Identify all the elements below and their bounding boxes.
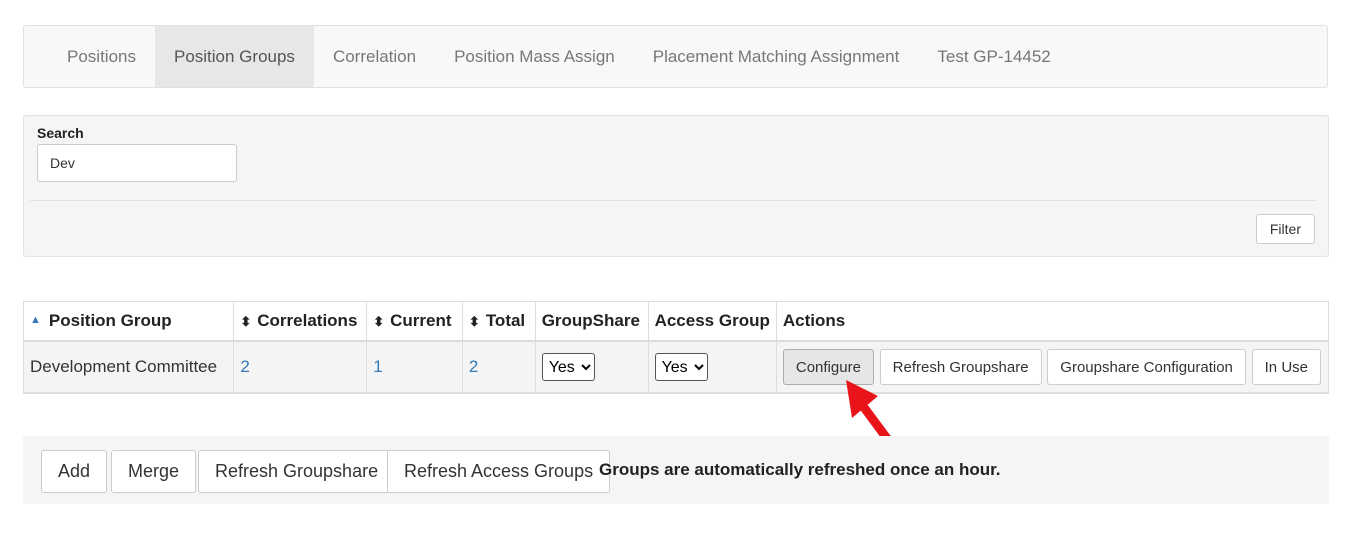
sort-icon: ⬍: [468, 314, 480, 329]
search-input[interactable]: [37, 144, 237, 182]
tab-position-groups[interactable]: Position Groups: [154, 26, 314, 87]
cell-groupshare: Yes: [534, 340, 649, 394]
tab-test-gp-14452[interactable]: Test GP-14452: [918, 26, 1069, 87]
cell-correlations: 2: [233, 340, 368, 394]
divider: [30, 200, 1316, 201]
groupshare-configuration-button[interactable]: Groupshare Configuration: [1047, 349, 1246, 385]
column-header-actions: Actions: [775, 301, 1330, 342]
column-header-label: Position Group: [48, 311, 172, 330]
correlations-link[interactable]: 2: [240, 357, 249, 376]
sort-asc-icon: ▲: [30, 314, 41, 326]
tab-position-mass-assign[interactable]: Position Mass Assign: [435, 26, 634, 87]
cell-position-group: Development Committee: [22, 340, 235, 394]
sort-icon: ⬍: [240, 314, 252, 329]
column-header-groupshare: GroupShare: [534, 301, 649, 342]
refresh-access-groups-button[interactable]: Refresh Access Groups: [387, 450, 611, 493]
refresh-note: Groups are automatically refreshed once …: [599, 460, 1001, 479]
tab-correlation[interactable]: Correlation: [314, 26, 435, 87]
add-button[interactable]: Add: [41, 450, 108, 493]
cell-total: 2: [461, 340, 536, 394]
column-header-access-group: Access Group: [647, 301, 777, 342]
position-groups-table: ▲ Position Group ⬍ Correlations ⬍ Current ⬍…: [22, 301, 1330, 394]
column-header-label: Total: [485, 311, 526, 330]
total-link[interactable]: 2: [469, 357, 478, 376]
sort-icon: ⬍: [373, 314, 385, 329]
groupshare-select[interactable]: Yes: [541, 353, 595, 381]
column-header-total[interactable]: ⬍ Total: [461, 301, 536, 342]
search-label: Search: [37, 125, 84, 141]
access-group-select[interactable]: Yes: [654, 353, 708, 381]
column-header-current[interactable]: ⬍ Current: [366, 301, 463, 342]
merge-button[interactable]: Merge: [111, 450, 197, 493]
column-header-correlations[interactable]: ⬍ Correlations: [233, 301, 368, 342]
cell-access-group: Yes: [647, 340, 777, 394]
column-header-label: Correlations: [257, 311, 358, 330]
footer-panel: Add Merge Refresh Groupshare Refresh Acc…: [23, 436, 1329, 504]
search-panel: Search Filter: [23, 115, 1329, 257]
current-link[interactable]: 1: [373, 357, 382, 376]
tab-positions[interactable]: Positions: [48, 26, 155, 87]
table-row: Development Committee 2 1 2 Yes Yes Conf…: [22, 340, 1330, 394]
refresh-groupshare-button[interactable]: Refresh Groupshare: [198, 450, 396, 493]
table-header-row: ▲ Position Group ⬍ Correlations ⬍ Current ⬍…: [22, 301, 1330, 342]
refresh-groupshare-row-button[interactable]: Refresh Groupshare: [879, 349, 1042, 385]
column-header-position-group[interactable]: ▲ Position Group: [22, 301, 235, 342]
filter-button[interactable]: Filter: [1255, 214, 1315, 244]
tab-bar: Positions Position Groups Correlation Po…: [23, 25, 1328, 88]
tab-placement-matching-assignment[interactable]: Placement Matching Assignment: [634, 26, 919, 87]
in-use-button[interactable]: In Use: [1251, 349, 1321, 385]
column-header-label: Current: [390, 311, 452, 330]
cell-current: 1: [366, 340, 463, 394]
